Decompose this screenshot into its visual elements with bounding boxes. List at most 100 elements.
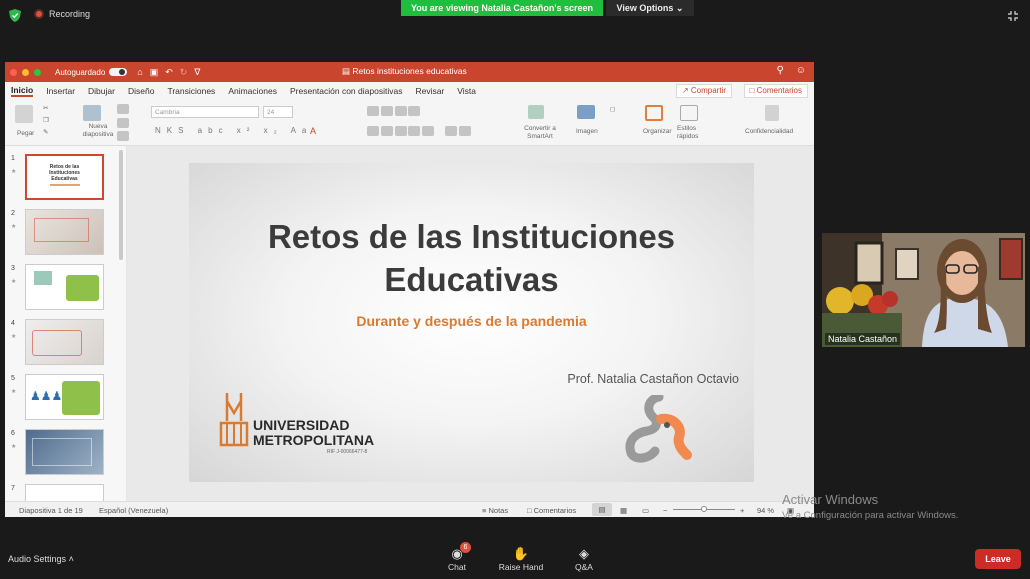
undo-icon[interactable]: ↶ <box>165 67 173 78</box>
tab-insertar[interactable]: Insertar <box>46 86 75 96</box>
quick-styles-icon[interactable] <box>680 105 698 121</box>
raise-hand-button[interactable]: ✋ Raise Hand <box>496 546 546 572</box>
tab-vista[interactable]: Vista <box>457 86 476 96</box>
comments-status-button[interactable]: □ Comentarios <box>527 506 576 515</box>
slide-thumbnail-2[interactable] <box>25 209 104 255</box>
university-logo-icon <box>219 393 249 447</box>
slide-thumbnail-7[interactable] <box>25 484 104 501</box>
search-icon[interactable]: ⚲ <box>776 65 783 76</box>
participant-video[interactable]: Natalia Castañon <box>822 233 1025 347</box>
confidentiality-icon[interactable] <box>765 105 779 121</box>
text-direction-icon[interactable] <box>445 126 471 138</box>
raise-hand-label: Raise Hand <box>498 562 544 572</box>
autosave-label: Autoguardado <box>55 67 106 77</box>
tab-transiciones[interactable]: Transiciones <box>167 86 215 96</box>
slide-sorter-icon[interactable]: ▦ <box>620 506 627 515</box>
home-icon[interactable]: ⌂ <box>137 67 142 78</box>
font-format-buttons[interactable]: NKS abc x² x₂ Aa <box>155 126 312 135</box>
slide-editor[interactable]: Retos de las Instituciones Educativas Du… <box>127 146 814 501</box>
document-title: ▤ Retos instituciones educativas <box>342 66 467 76</box>
image-label: Imagen <box>576 128 598 135</box>
qa-label: Q&A <box>575 562 593 572</box>
maximize-window-icon[interactable] <box>34 68 41 76</box>
windows-activation-title: Activar Windows <box>782 492 879 507</box>
tab-diseno[interactable]: Diseño <box>128 86 154 96</box>
language-indicator[interactable]: Español (Venezuela) <box>99 506 168 515</box>
security-shield-icon[interactable] <box>9 9 21 22</box>
font-color-icon[interactable]: A <box>310 126 316 136</box>
shapes-icon[interactable]: ◻ <box>610 105 615 113</box>
comments-button[interactable]: □ Comentarios <box>743 84 808 98</box>
zoom-in-icon[interactable]: + <box>740 506 744 515</box>
ppt-status-bar: Diapositiva 1 de 19 Español (Venezuela) … <box>5 501 814 517</box>
zoom-level[interactable]: 94 % <box>757 506 774 515</box>
font-size-select[interactable]: 24 <box>263 106 293 118</box>
tab-revisar[interactable]: Revisar <box>415 86 444 96</box>
powerpoint-window: Autoguardado ⌂ ▣ ↶ ↻ ∇ ▤ Retos instituci… <box>5 62 814 517</box>
leave-button[interactable]: Leave <box>975 549 1021 569</box>
audio-settings-button[interactable]: Audio Settings ˄ <box>8 554 74 564</box>
thumb-number: 1 <box>11 155 15 162</box>
new-slide-icon[interactable] <box>83 105 101 121</box>
ribbon-tabs: Inicio Insertar Dibujar Diseño Transicio… <box>5 82 814 100</box>
arrange-icon[interactable] <box>645 105 663 121</box>
slide-subtitle[interactable]: Durante y después de la pandemia <box>189 313 754 329</box>
cut-icon[interactable]: ✂ <box>43 104 48 112</box>
font-name-select[interactable]: Cambria <box>151 106 259 118</box>
slide-thumbnail-1[interactable]: Retos de las Instituciones Educativas <box>25 154 104 200</box>
recording-indicator[interactable]: Recording <box>34 9 90 19</box>
meeting-controls-bar: Audio Settings ˄ ◉ 6 Chat ✋ Raise Hand ◈… <box>0 540 1030 579</box>
reset-icon[interactable] <box>117 118 129 130</box>
chat-button[interactable]: ◉ 6 Chat <box>432 542 482 572</box>
align-icons[interactable] <box>367 126 435 138</box>
autosave-toggle[interactable]: Autoguardado <box>55 67 128 77</box>
paste-icon[interactable] <box>15 105 33 123</box>
viewing-banner: You are viewing Natalia Castañon's scree… <box>401 0 603 16</box>
minimize-window-icon[interactable] <box>22 68 29 76</box>
star-icon: ★ <box>11 334 17 340</box>
image-icon[interactable] <box>577 105 595 119</box>
audio-settings-label: Audio Settings <box>8 554 67 564</box>
tab-inicio[interactable]: Inicio <box>11 85 34 97</box>
view-options-button[interactable]: View Options ⌄ <box>606 0 694 16</box>
view-options-label: View Options <box>616 3 674 13</box>
slide-presenter[interactable]: Prof. Natalia Castañon Octavio <box>567 372 739 386</box>
normal-view-icon[interactable]: ▤ <box>592 503 612 516</box>
save-icon[interactable]: ▣ <box>150 67 159 78</box>
account-icon[interactable]: ☺ <box>796 65 806 76</box>
notes-button[interactable]: ≡ Notas <box>482 506 508 515</box>
zoom-slider-handle[interactable] <box>701 506 707 512</box>
exit-fullscreen-icon[interactable] <box>1006 9 1020 23</box>
slide-thumbnail-4[interactable] <box>25 319 104 365</box>
toggle-switch-icon <box>109 68 128 76</box>
thumbnails-scrollbar[interactable] <box>119 150 123 260</box>
slide-thumbnail-6[interactable] <box>25 429 104 475</box>
zoom-out-icon[interactable]: − <box>663 506 667 515</box>
smartart-icon[interactable] <box>528 105 544 119</box>
hand-icon: ✋ <box>512 546 530 561</box>
university-name: UNIVERSIDAD METROPOLITANA <box>253 417 375 448</box>
slide-title[interactable]: Retos de las Instituciones Educativas <box>189 215 754 301</box>
quick-styles-label: Estilos rápidos <box>677 125 699 140</box>
chevron-up-icon: ˄ <box>68 554 74 564</box>
share-button[interactable]: ↗ Compartir <box>675 84 732 98</box>
bullets-icon[interactable] <box>367 106 421 118</box>
thumb-number: 2 <box>11 210 15 217</box>
qa-button[interactable]: ◈ Q&A <box>559 546 609 572</box>
redo-icon[interactable]: ↻ <box>180 67 188 78</box>
copy-icon[interactable]: ❐ <box>43 116 49 124</box>
tab-presentacion[interactable]: Presentación con diapositivas <box>290 86 402 96</box>
thumb-number: 5 <box>11 375 15 382</box>
section-icon[interactable] <box>117 131 129 143</box>
slide-thumbnail-5[interactable]: ♟♟♟ <box>25 374 104 420</box>
current-slide[interactable]: Retos de las Instituciones Educativas Du… <box>189 163 754 482</box>
format-painter-icon[interactable]: ✎ <box>43 128 48 136</box>
tab-animaciones[interactable]: Animaciones <box>228 86 277 96</box>
tab-dibujar[interactable]: Dibujar <box>88 86 115 96</box>
close-window-icon[interactable] <box>10 68 17 76</box>
slide-thumbnail-3[interactable] <box>25 264 104 310</box>
slide-thumbnails-pane[interactable]: 1 ★ Retos de las Instituciones Educativa… <box>5 146 127 501</box>
reading-view-icon[interactable]: ▭ <box>642 506 649 515</box>
customize-toolbar-icon[interactable]: ∇ <box>194 67 200 78</box>
layout-icon[interactable] <box>117 104 129 116</box>
